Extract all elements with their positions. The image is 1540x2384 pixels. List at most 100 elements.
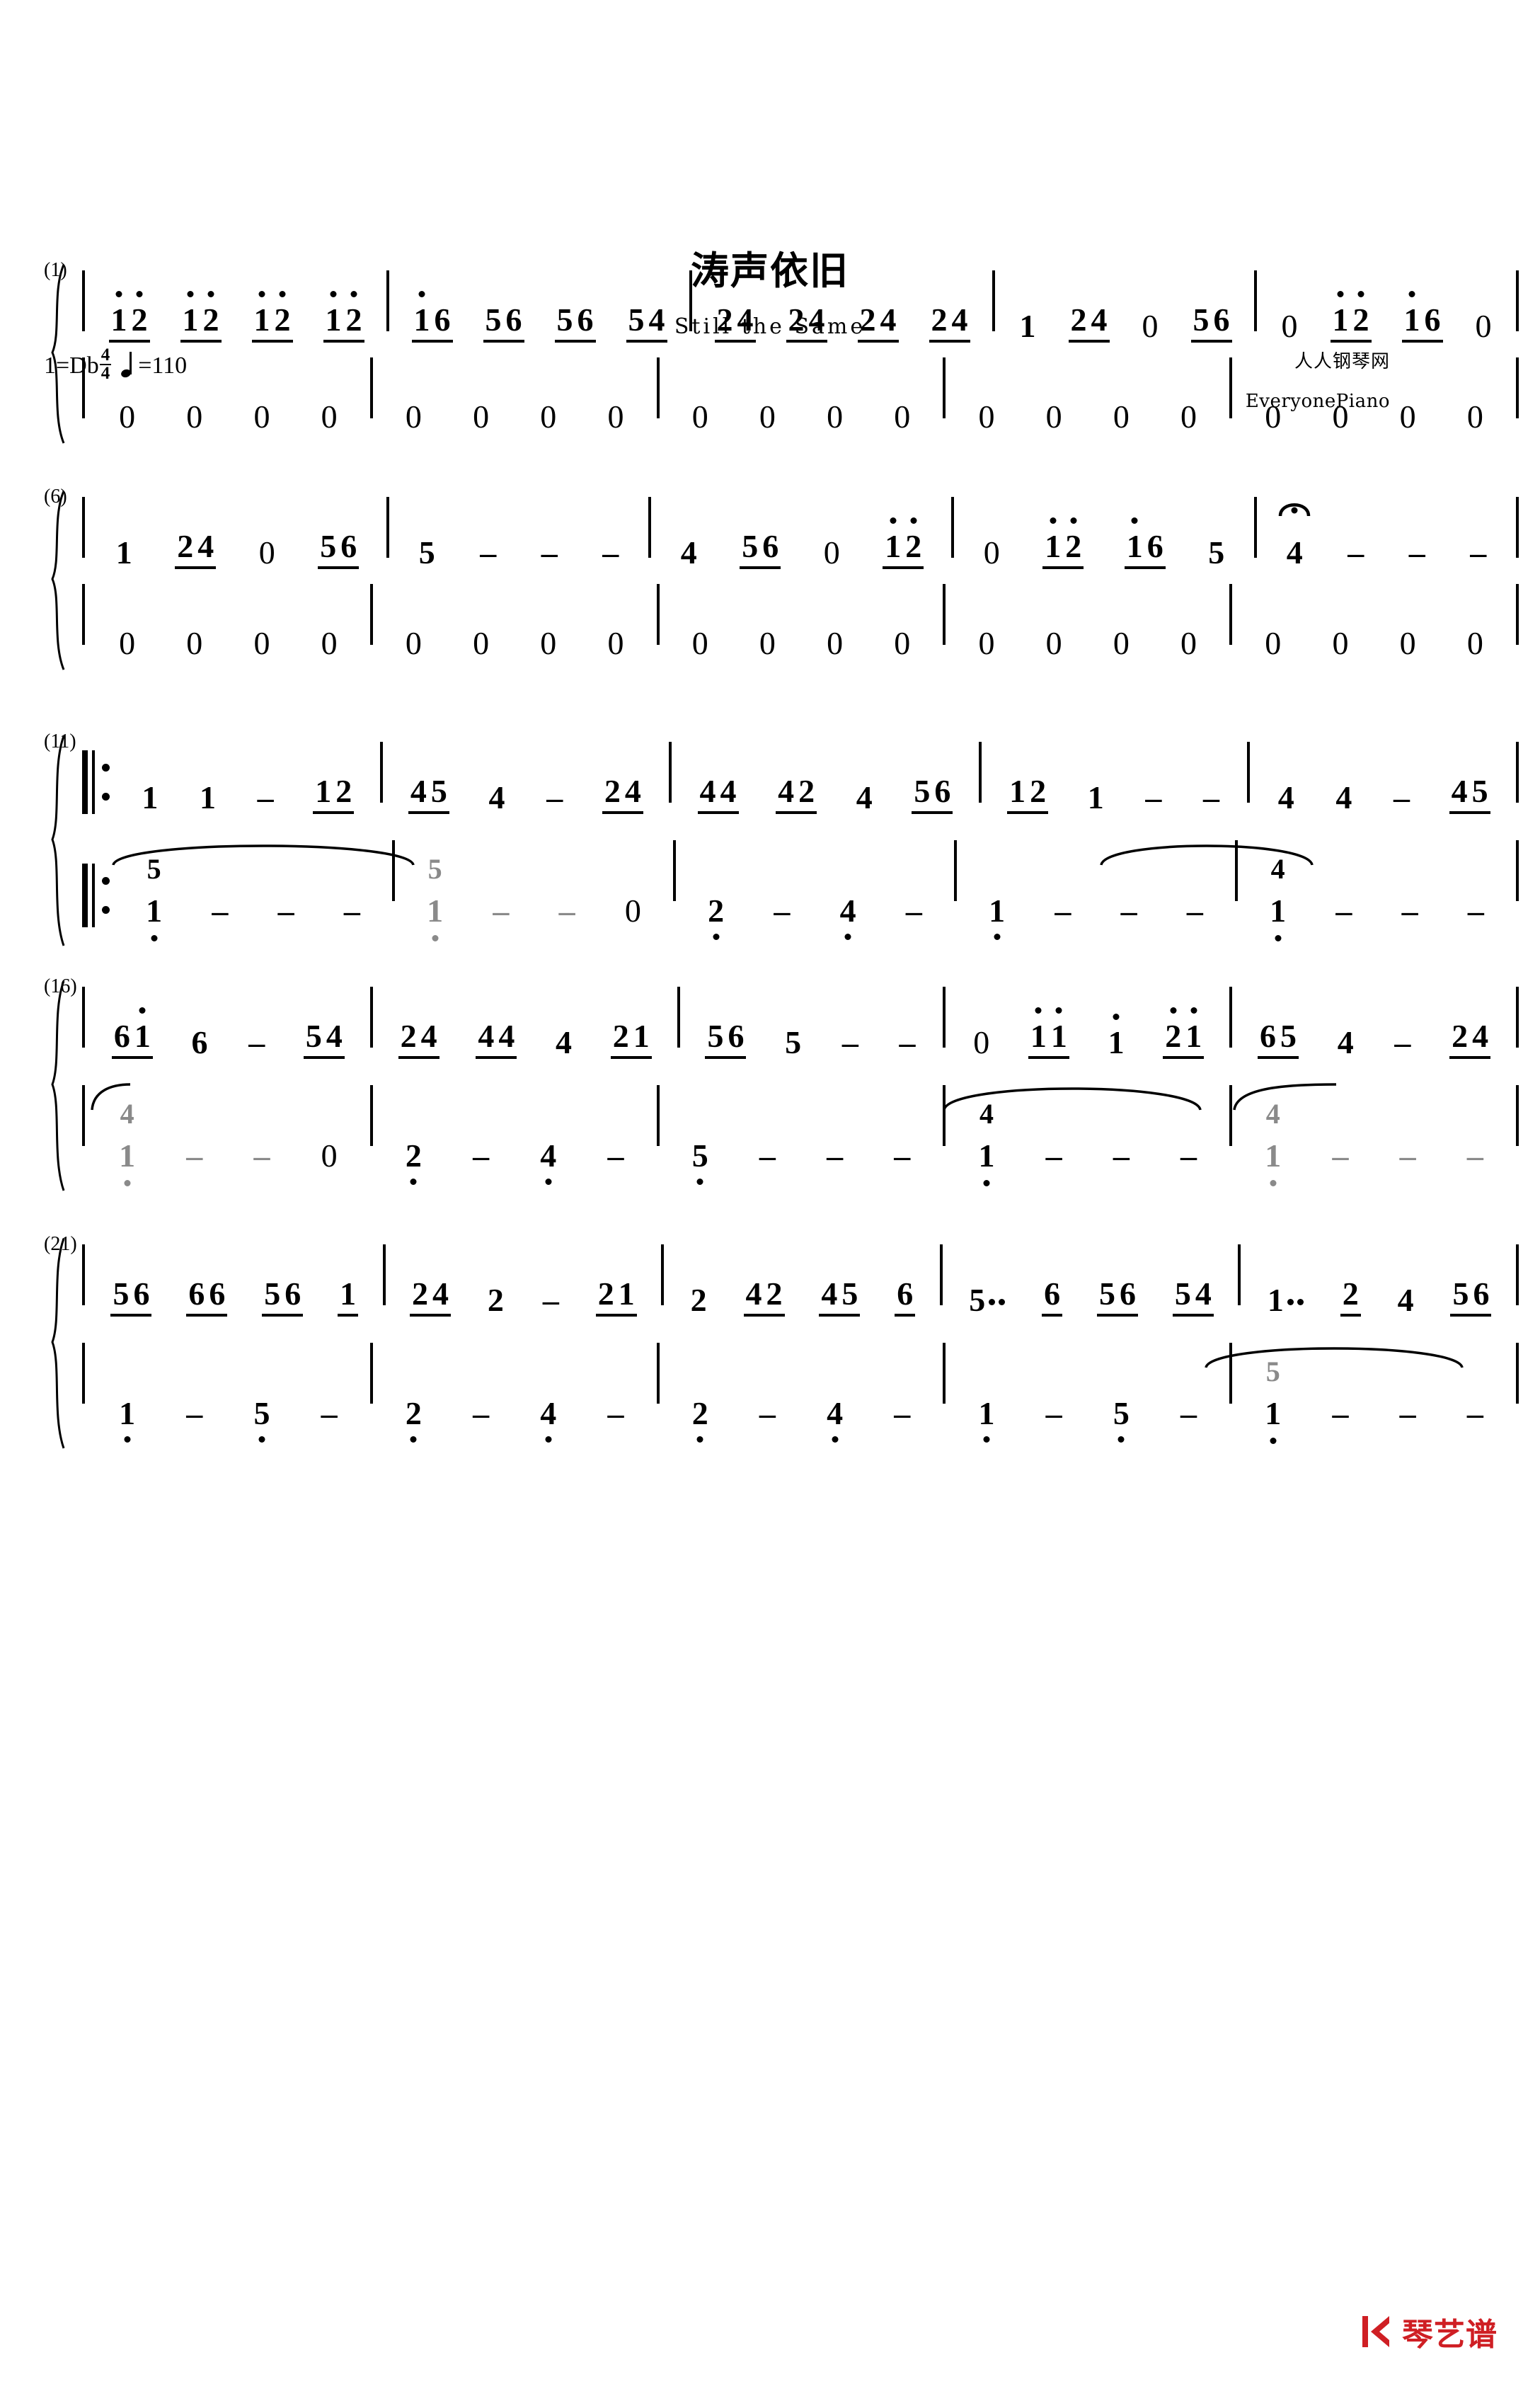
beam-group: 24 — [175, 530, 217, 569]
measure-7: 5 – – – — [389, 486, 648, 569]
octave-down-dot — [545, 1179, 552, 1185]
treble-row-3: 1 1 – 12 45 4 – 24 44 42 4 56 12 1 – – 4… — [42, 730, 1519, 814]
octave-down-dot — [124, 1436, 131, 1443]
rest: 0 — [1142, 308, 1159, 344]
octave-up-dot — [136, 291, 143, 297]
measure-11: 1 1 – 12 — [114, 730, 380, 814]
note: 4 — [432, 1276, 449, 1312]
rest: 0 — [186, 625, 203, 661]
beam-group: 56 — [1097, 1278, 1138, 1317]
note: 6 — [934, 773, 951, 809]
note: 5 — [841, 1276, 858, 1312]
chord-upper-note: 5 — [427, 853, 442, 885]
measure-20-bass: 4 1 – – – — [1232, 1059, 1516, 1186]
rest: 0 — [1265, 399, 1282, 435]
note: 4 — [326, 1018, 343, 1054]
duration-dash: – — [253, 1137, 270, 1174]
note: 1 — [117, 1397, 137, 1443]
duration-dash: – — [1401, 893, 1418, 929]
rest: 0 — [607, 399, 624, 435]
note: 4 — [556, 1024, 573, 1060]
note: 5 — [785, 1024, 802, 1060]
staff-area-5: 56 66 56 1 24 2 – 21 2 42 45 6 5 6 5 6 5… — [42, 1233, 1519, 1449]
note: 1 — [115, 534, 132, 571]
note: 2 — [798, 773, 815, 809]
measure-3: 24 24 24 24 — [692, 259, 992, 343]
note: 5 — [742, 528, 759, 564]
note: 4 — [1451, 773, 1468, 809]
octave-up-dot — [1070, 517, 1077, 524]
note: 2 — [597, 1276, 614, 1312]
duration-dash: – — [759, 1137, 776, 1174]
beam-group: 24 — [786, 304, 827, 343]
footer-logo[interactable]: 琴艺谱 — [1358, 2309, 1498, 2354]
duration-dash: – — [1393, 779, 1410, 815]
measure-15-bass: 4 1 – – – — [1238, 814, 1516, 941]
note: 5 — [305, 1018, 322, 1054]
duration-dash: – — [542, 1282, 559, 1318]
note: 1 — [252, 291, 272, 336]
measure-11-bass: 5 1 – – – — [114, 814, 392, 941]
beam-group: 24 — [602, 775, 643, 814]
duration-dash: – — [607, 1395, 624, 1431]
measure-4-bass: 0 0 0 0 — [946, 343, 1229, 433]
octave-down-dot — [410, 1179, 417, 1185]
chord-stack: 4 1 — [1268, 855, 1288, 941]
beam-group: 24 — [1449, 1020, 1491, 1059]
beam-group: 56 — [262, 1276, 304, 1317]
note: 5 — [418, 534, 435, 571]
measure-21-bass: 1 – 5 – — [86, 1317, 370, 1443]
note: 5 — [430, 773, 447, 809]
measure-25-bass: 5 1 – – – — [1232, 1317, 1516, 1444]
duration-dash: – — [1335, 893, 1352, 929]
beam-group: 12 — [1330, 291, 1372, 343]
note: 4 — [498, 1018, 515, 1054]
beam-group: 56 — [912, 775, 953, 814]
duration-dash: – — [257, 779, 274, 815]
note: 4 — [778, 773, 795, 809]
measure-19-bass: 4 1 – – – — [946, 1059, 1229, 1186]
staff-area-3: 1 1 – 12 45 4 – 24 44 42 4 56 12 1 – – 4… — [42, 730, 1519, 946]
note: 5 — [1193, 302, 1209, 338]
note: 2 — [403, 1140, 424, 1185]
barline-icon — [82, 987, 85, 1048]
note: 4 — [420, 1018, 437, 1054]
note: 5 — [264, 1276, 281, 1312]
rest: 0 — [1180, 399, 1197, 435]
octave-up-dot — [115, 291, 122, 297]
beam-group: 54 — [626, 304, 667, 343]
note: 4 — [1335, 779, 1352, 815]
note: 5 — [1174, 1276, 1191, 1312]
note: 1 — [109, 291, 130, 336]
octave-down-dot — [432, 935, 439, 941]
beam-group: 12 — [251, 291, 293, 343]
beam-group: 12 — [180, 291, 222, 343]
note: 2 — [604, 773, 621, 809]
beam-group: 56 — [740, 530, 781, 569]
note: 6 — [762, 528, 779, 564]
note: 2 — [412, 1276, 429, 1312]
system-4: (16) 61 6 – 54 24 44 4 21 56 5 – – 0 1 1… — [0, 975, 1540, 1191]
note: 4 — [824, 1397, 845, 1443]
beam-group: 24 — [857, 304, 899, 343]
chord-stack: 4 1 — [1263, 1100, 1283, 1186]
measure-13-bass: 2 – 4 – — [676, 814, 954, 940]
octave-down-dot — [844, 934, 851, 940]
note: 1 — [1402, 291, 1423, 336]
octave-down-dot — [696, 1179, 703, 1185]
note: 4 — [951, 302, 968, 338]
note: 4 — [410, 773, 427, 809]
duration-dash: – — [894, 1137, 911, 1174]
note: 2 — [400, 1018, 417, 1054]
barline-icon — [82, 357, 85, 418]
rest: 0 — [186, 399, 203, 435]
rest: 0 — [321, 399, 338, 435]
barline-icon — [1516, 270, 1519, 331]
rest: 0 — [321, 1137, 338, 1174]
duration-dash: – — [1466, 1137, 1483, 1174]
rest: 0 — [978, 399, 995, 435]
measure-19: 0 11 1 21 — [946, 975, 1229, 1059]
beam-group: 16 — [1124, 517, 1166, 569]
chord-stack: 4 1 — [117, 1100, 137, 1186]
octave-up-dot — [330, 291, 337, 297]
